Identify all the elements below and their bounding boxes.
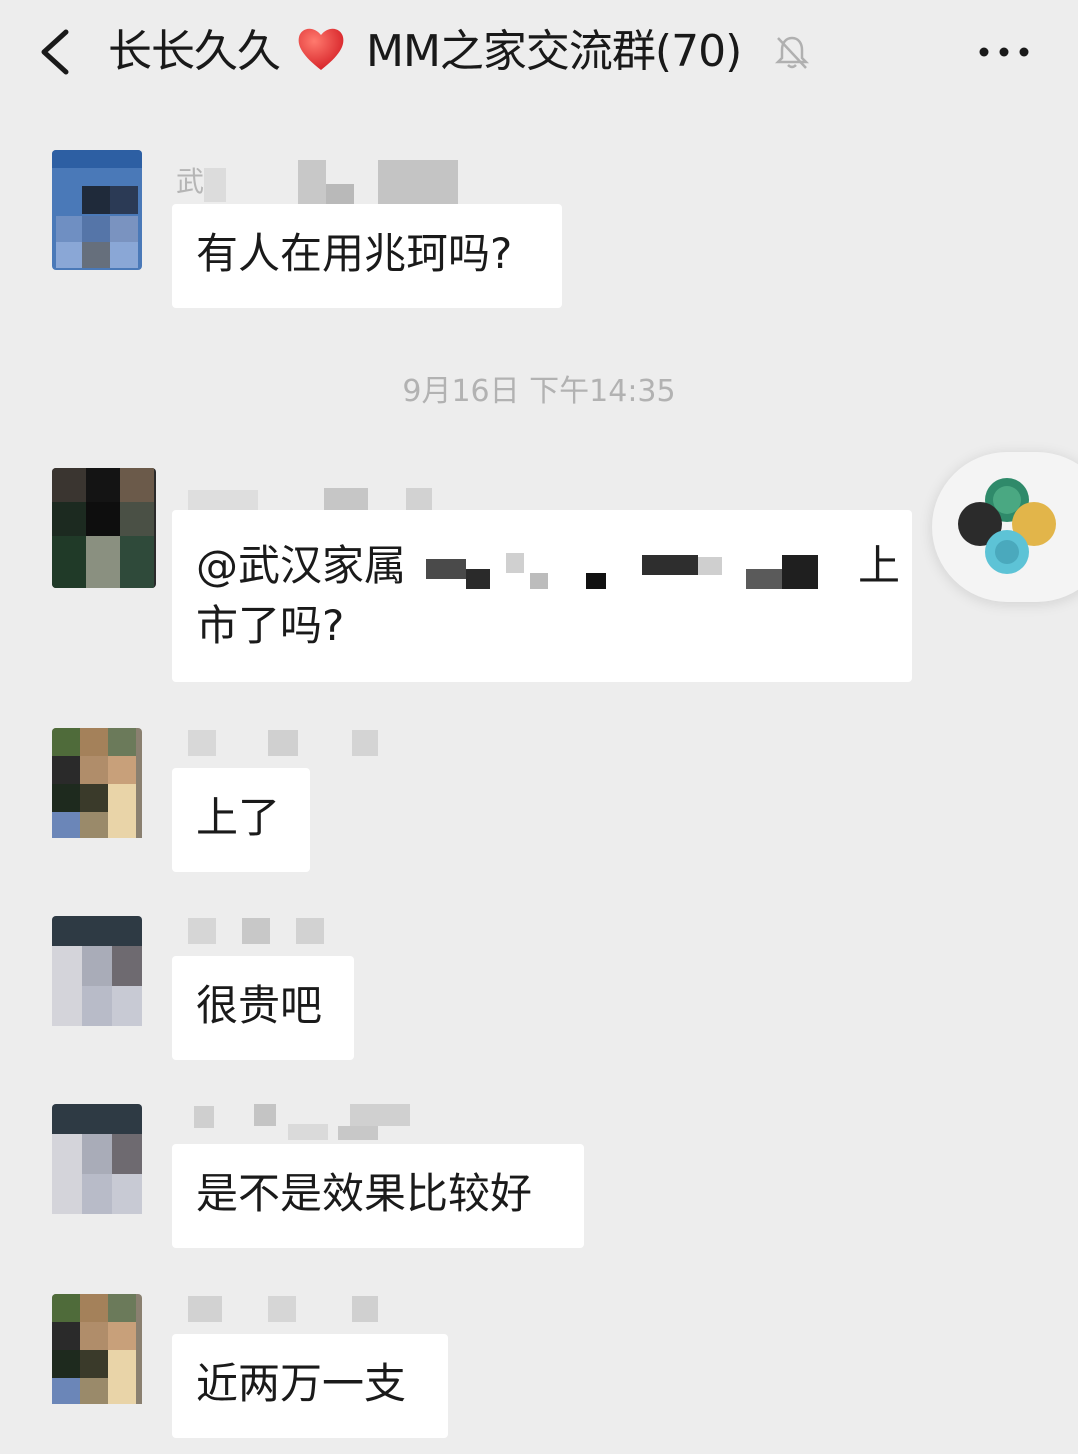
avatar[interactable]: [52, 468, 156, 588]
app-logo-icon: [958, 478, 1056, 574]
message-text: 上: [858, 541, 901, 590]
message-bubble[interactable]: 有人在用兆珂吗?: [172, 204, 562, 308]
message-text: 很贵吧: [196, 981, 323, 1030]
message-text: 近两万一支: [196, 1359, 407, 1408]
sender-name-mask: [178, 1104, 438, 1148]
avatar[interactable]: [52, 916, 142, 1036]
sender-name-mask: [178, 160, 478, 204]
message-bubble[interactable]: 是不是效果比较好: [172, 1144, 584, 1248]
more-horizontal-icon: [979, 47, 1029, 57]
bell-off-icon: [774, 36, 810, 69]
chevron-left-icon: [41, 29, 69, 75]
avatar[interactable]: [52, 1104, 142, 1224]
message-text: 有人在用兆珂吗?: [196, 229, 513, 278]
message-bubble[interactable]: 近两万一支: [172, 1334, 448, 1438]
mention-text: @武汉家属: [196, 541, 407, 590]
chat-title: 长长久久 MM之家交流群(70): [108, 22, 742, 82]
avatar[interactable]: [52, 728, 142, 848]
message-bubble[interactable]: 上了: [172, 768, 310, 872]
floating-app-button[interactable]: [932, 452, 1078, 602]
redaction-mask: [406, 549, 836, 589]
avatar[interactable]: [52, 1294, 142, 1414]
heart-icon: [298, 28, 344, 70]
chat-title-name: 长长久久: [108, 26, 281, 77]
message-text: 上了: [196, 793, 281, 842]
back-button[interactable]: [34, 24, 84, 80]
message-text: 是不是效果比较好: [196, 1169, 533, 1218]
avatar[interactable]: [52, 150, 142, 270]
message-bubble[interactable]: @武汉家属 上 市了吗?: [172, 510, 912, 682]
more-button[interactable]: [974, 30, 1034, 74]
message-line: 市了吗?: [196, 601, 345, 650]
chat-title-rest: MM之家交流群(70): [366, 26, 742, 77]
message-bubble[interactable]: 很贵吧: [172, 956, 354, 1060]
message-line: @武汉家属 上: [196, 536, 900, 596]
mute-indicator: [772, 32, 812, 72]
timestamp: 9月16日 下午14:35: [402, 374, 676, 409]
chat-header: 长长久久 MM之家交流群(70): [0, 0, 1078, 110]
